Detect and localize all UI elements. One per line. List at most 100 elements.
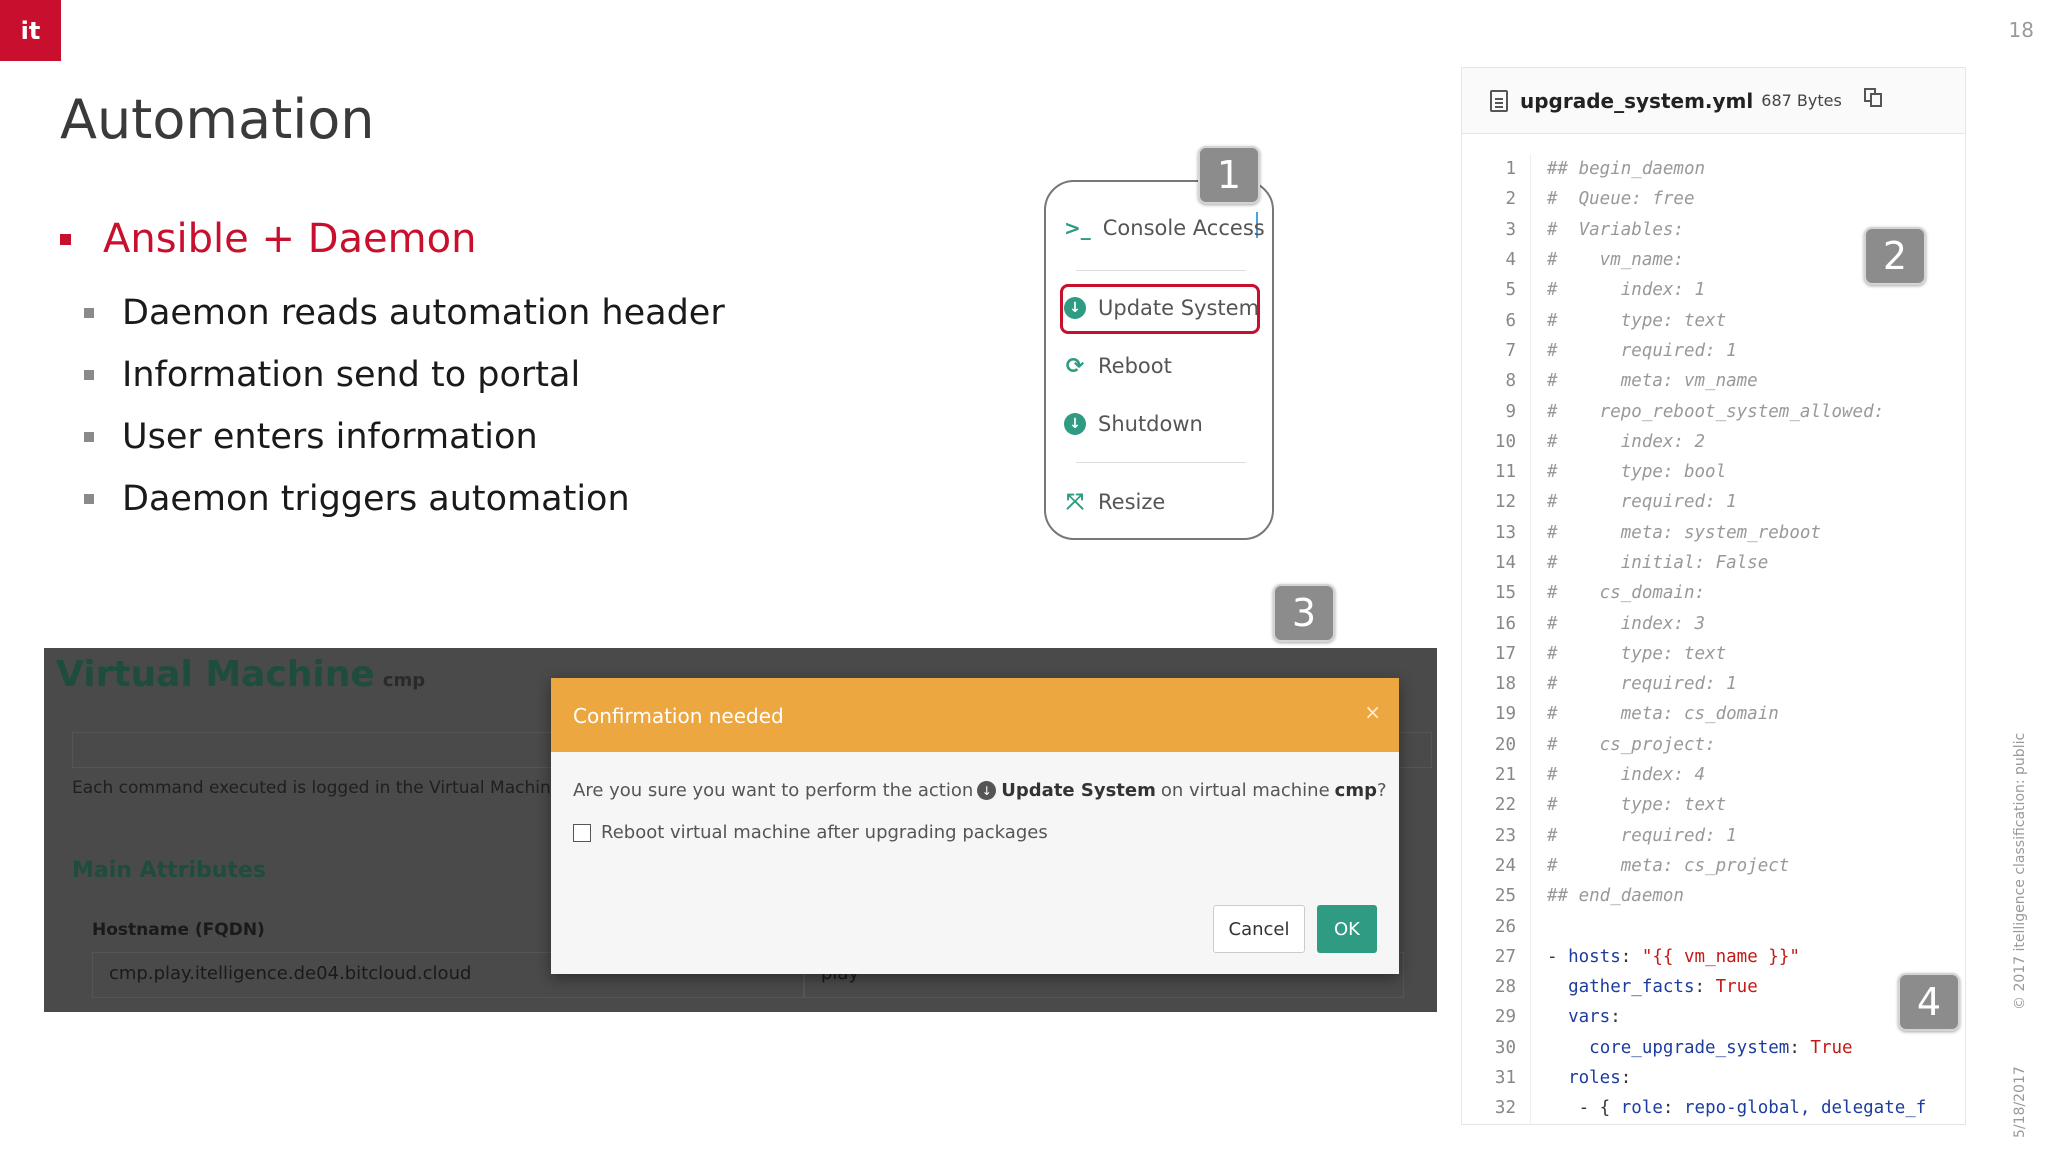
gutter-divider	[1530, 608, 1531, 639]
line-number: 11	[1494, 462, 1516, 483]
line-number: 28	[1494, 977, 1516, 998]
company-logo: it	[0, 0, 61, 61]
marker-2: 2	[1864, 227, 1926, 285]
copy-icon[interactable]	[1862, 86, 1884, 108]
vm-log-note: Each command executed is logged in the V…	[72, 778, 578, 798]
terminal-icon: >_	[1064, 216, 1091, 240]
hostname-label: Hostname (FQDN)	[92, 920, 265, 940]
bullet-sub-text: Daemon triggers automation	[122, 479, 630, 519]
dialog-message-text: Are you sure you want to perform the act…	[573, 780, 974, 801]
line-number: 30	[1494, 1037, 1516, 1058]
line-number: 10	[1494, 431, 1516, 452]
code-text: # cs_domain:	[1547, 583, 1706, 604]
file-header: upgrade_system.yml 687 Bytes	[1462, 68, 1965, 134]
code-line: 19 # meta: cs_domain	[1462, 699, 1965, 730]
bullet-square-icon	[84, 370, 94, 380]
code-line: 8 # meta: vm_name	[1462, 366, 1965, 397]
code-line: 12 # required: 1	[1462, 487, 1965, 518]
line-number: 23	[1494, 825, 1516, 846]
line-number: 19	[1494, 704, 1516, 725]
line-number: 20	[1494, 734, 1516, 755]
code-line: 29 vars:	[1462, 1002, 1965, 1033]
menu-item-shutdown[interactable]: ↓ Shutdown	[1064, 412, 1203, 436]
vm-title: Virtual Machine cmp	[56, 654, 425, 695]
dialog-header: Confirmation needed ×	[551, 678, 1399, 752]
dialog-vm-name: cmp	[1334, 780, 1377, 801]
vm-title-text: Virtual Machine	[56, 654, 375, 695]
code-file-panel: upgrade_system.yml 687 Bytes 1 ## begin_d…	[1461, 67, 1966, 1125]
code-line: 14 # initial: False	[1462, 547, 1965, 579]
file-name: upgrade_system.yml	[1520, 88, 1754, 113]
code-text: core_upgrade_system: True	[1589, 1037, 1853, 1058]
code-line: 17 # type: text	[1462, 638, 1965, 670]
menu-item-console-access[interactable]: >_ Console Access	[1064, 216, 1265, 240]
close-icon[interactable]: ×	[1364, 700, 1381, 724]
code-text: ## end_daemon	[1547, 886, 1684, 907]
dialog-action-name: Update System	[1001, 780, 1156, 801]
line-number: 6	[1505, 310, 1516, 331]
code-text: # index: 4	[1547, 765, 1706, 786]
code-line: 18 # required: 1	[1462, 669, 1965, 700]
gutter-divider	[1530, 729, 1531, 760]
line-number: 3	[1505, 219, 1516, 240]
download-circle-icon: ↓	[977, 781, 997, 800]
line-number: 26	[1494, 916, 1516, 937]
menu-item-label: Update System	[1098, 296, 1260, 320]
code-line: 10 # index: 2	[1462, 426, 1965, 457]
code-text: # meta: system_reboot	[1547, 522, 1821, 543]
ok-button[interactable]: OK	[1317, 905, 1377, 953]
code-line: 32 - { role: repo-global, delegate_f	[1462, 1093, 1965, 1124]
line-number: 1	[1505, 159, 1516, 180]
gutter-divider	[1530, 790, 1531, 821]
code-text: - { role: repo-global, delegate_f	[1547, 1098, 1927, 1119]
line-number: 16	[1494, 613, 1516, 634]
gutter-divider	[1530, 154, 1531, 185]
cancel-button[interactable]: Cancel	[1213, 905, 1305, 953]
code-line: 24 # meta: cs_project	[1462, 850, 1965, 882]
menu-item-reboot[interactable]: ⟳ Reboot	[1064, 354, 1172, 379]
vm-section-title: Main Attributes	[72, 858, 266, 883]
gutter-divider	[1530, 972, 1531, 1003]
code-text: # cs_project:	[1547, 734, 1716, 755]
code-text: # meta: cs_domain	[1547, 704, 1779, 725]
line-number: 24	[1494, 855, 1516, 876]
code-line: 11 # type: bool	[1462, 456, 1965, 488]
code-line: 6 # type: text	[1462, 305, 1965, 336]
bullet-sub: Daemon triggers automation	[60, 468, 725, 530]
file-size: 687 Bytes	[1761, 91, 1842, 110]
code-text: # vm_name:	[1547, 250, 1684, 271]
slide-title: Automation	[60, 88, 375, 151]
gutter-divider	[1530, 850, 1531, 882]
gutter-divider	[1530, 669, 1531, 700]
gutter-divider	[1530, 759, 1531, 791]
code-line: 26	[1462, 911, 1965, 942]
code-text: # type: text	[1547, 310, 1727, 331]
resize-icon: ⤧	[1066, 489, 1084, 515]
code-text: # type: text	[1547, 795, 1727, 816]
reboot-checkbox[interactable]	[573, 823, 591, 842]
menu-item-resize[interactable]: ⤧ Resize	[1064, 489, 1166, 515]
line-number: 15	[1494, 583, 1516, 604]
gutter-divider	[1530, 487, 1531, 518]
dialog-message-text: ?	[1376, 780, 1387, 801]
line-number: 2	[1505, 189, 1516, 210]
code-text: # required: 1	[1547, 825, 1737, 846]
menu-item-update-system[interactable]: ↓ Update System	[1064, 296, 1259, 320]
bullet-square-icon	[84, 432, 94, 442]
gutter-divider	[1530, 335, 1531, 367]
marker-3: 3	[1273, 584, 1335, 642]
gutter-divider	[1530, 244, 1531, 276]
vm-subtitle: cmp	[382, 670, 426, 691]
code-text: # type: bool	[1547, 462, 1727, 483]
vm-action-menu: >_ Console Access ↓ Update System ⟳ Rebo…	[1044, 180, 1274, 540]
line-number: 29	[1494, 1007, 1516, 1028]
code-text: # index: 2	[1547, 431, 1706, 452]
dialog-message: Are you sure you want to perform the act…	[573, 780, 1387, 801]
download-circle-icon: ↓	[1064, 297, 1086, 319]
reboot-checkbox-row[interactable]: Reboot virtual machine after upgrading p…	[573, 822, 1048, 843]
menu-item-label: Resize	[1098, 490, 1166, 514]
line-number: 27	[1494, 946, 1516, 967]
menu-item-label: Console Access	[1102, 216, 1265, 240]
code-line: 7 # required: 1	[1462, 335, 1965, 367]
bullet-sub-text: Daemon reads automation header	[122, 293, 725, 333]
